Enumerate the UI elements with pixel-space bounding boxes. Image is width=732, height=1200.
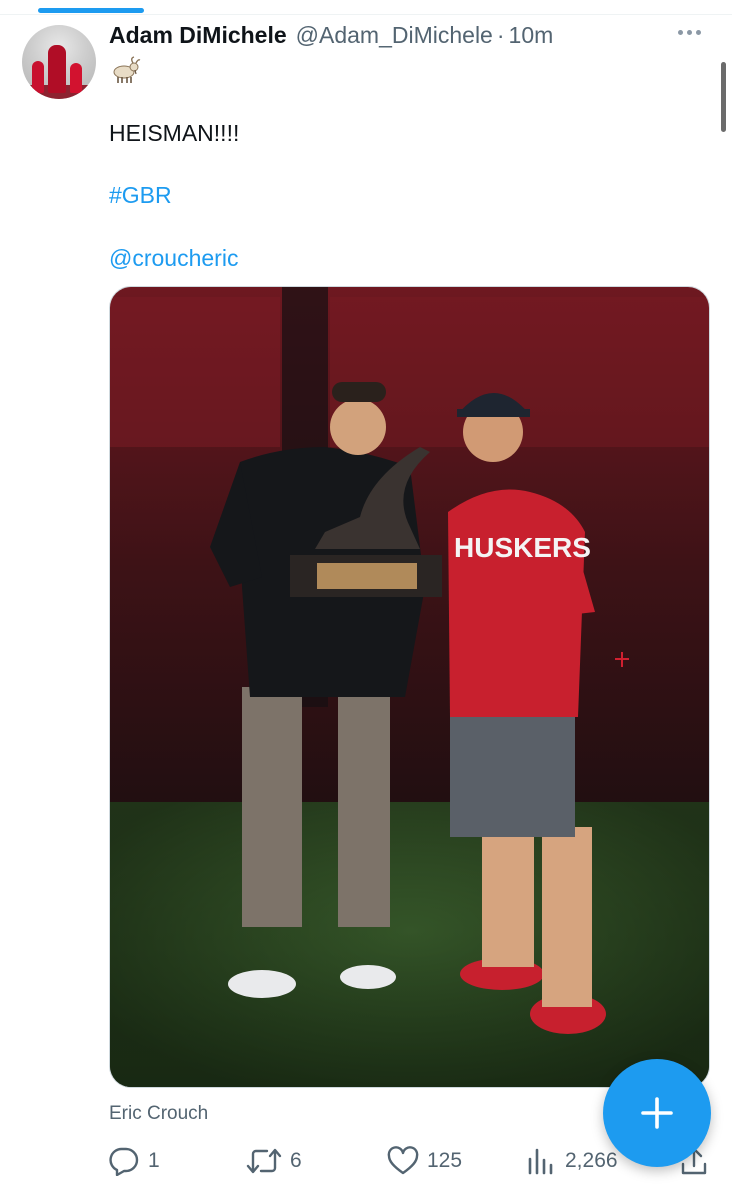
reply-count: 1 [148,1149,160,1172]
tweet-text: HEISMAN!!!! [109,120,240,146]
author-handle[interactable]: @Adam_DiMichele [296,22,493,49]
tab-indicator [38,8,144,13]
top-divider [0,14,732,15]
photo-caption[interactable]: Eric Crouch [109,1103,208,1125]
tweet-detail-screen: Adam DiMichele @Adam_DiMichele · 10m HEI… [0,0,732,1200]
plus-icon [641,1097,673,1129]
tweet-timestamp[interactable]: 10m [509,22,554,49]
hashtag-link[interactable]: #GBR [109,181,172,209]
retweet-count: 6 [290,1149,302,1172]
retweet-button[interactable]: 6 [246,1146,302,1176]
avatar[interactable] [22,25,96,99]
compose-button[interactable] [603,1059,711,1167]
view-count: 2,266 [565,1149,618,1172]
heart-icon [387,1146,419,1175]
retweet-icon [246,1148,282,1174]
views-icon [528,1148,553,1175]
like-button[interactable]: 125 [387,1146,462,1176]
scrollbar[interactable] [721,62,726,132]
mention-link[interactable]: @croucheric [109,244,238,272]
more-horizontal-icon[interactable] [678,30,701,35]
separator-dot: · [496,22,505,48]
reply-icon [109,1147,139,1176]
tweet-header: Adam DiMichele @Adam_DiMichele · 10m [109,22,553,52]
like-count: 125 [427,1149,463,1172]
tweet-photo[interactable]: HUSKERS [109,286,710,1088]
shirt-text: HUSKERS [454,532,591,563]
reply-button[interactable]: 1 [108,1146,160,1176]
author-display-name[interactable]: Adam DiMichele [109,22,287,49]
goat-emoji-icon [113,56,141,83]
views-button[interactable]: 2,266 [527,1146,618,1176]
